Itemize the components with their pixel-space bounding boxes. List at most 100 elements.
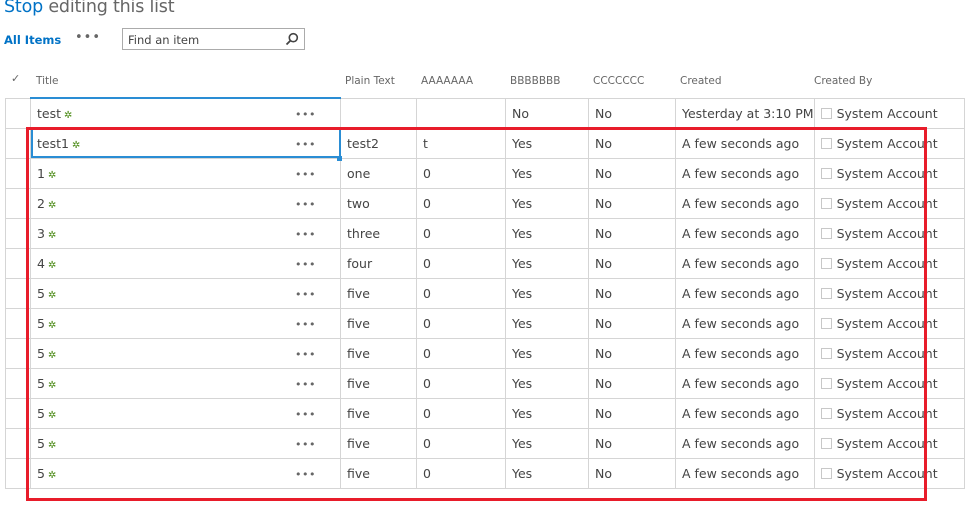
cell-ccccccc[interactable]: No xyxy=(588,127,676,159)
column-header-created[interactable]: Created xyxy=(680,75,722,87)
cell-title[interactable]: 1 ✲ ••• xyxy=(30,157,341,189)
cell-bbbbbbb[interactable]: Yes xyxy=(505,247,589,279)
cell-bbbbbbb[interactable]: Yes xyxy=(505,127,589,159)
cell-title[interactable]: 5 ✲ ••• xyxy=(30,277,341,309)
cell-plain-text[interactable]: test2 xyxy=(340,127,417,159)
more-views-button[interactable]: ••• xyxy=(75,30,101,45)
cell-aaaaaaa[interactable]: 0 xyxy=(416,337,506,369)
column-header-bbbbbbb[interactable]: BBBBBBB xyxy=(510,75,560,87)
cell-aaaaaaa[interactable]: 0 xyxy=(416,457,506,489)
row-select-cell[interactable] xyxy=(5,187,31,219)
table-row[interactable]: 5 ✲ ••• five 0 Yes No A few seconds ago System A… xyxy=(5,397,965,429)
cell-title[interactable]: 4 ✲ ••• xyxy=(30,247,341,279)
view-all-items[interactable]: All Items xyxy=(4,33,61,47)
cell-aaaaaaa[interactable]: t xyxy=(416,127,506,159)
cell-ccccccc[interactable]: No xyxy=(588,187,676,219)
row-select-cell[interactable] xyxy=(5,307,31,339)
cell-bbbbbbb[interactable]: Yes xyxy=(505,187,589,219)
column-header-plain-text[interactable]: Plain Text xyxy=(345,75,395,87)
item-menu-button[interactable]: ••• xyxy=(295,108,316,121)
cell-title[interactable]: 5 ✲ ••• xyxy=(30,457,341,489)
row-select-cell[interactable] xyxy=(5,157,31,189)
cell-title[interactable]: 3 ✲ ••• xyxy=(30,217,341,249)
row-select-cell[interactable] xyxy=(5,127,31,159)
cell-aaaaaaa[interactable]: 0 xyxy=(416,367,506,399)
cell-aaaaaaa[interactable]: 0 xyxy=(416,157,506,189)
column-header-ccccccc[interactable]: CCCCCCC xyxy=(593,75,644,87)
cell-aaaaaaa[interactable]: 0 xyxy=(416,427,506,459)
cell-plain-text[interactable]: four xyxy=(340,247,417,279)
row-select-cell[interactable] xyxy=(5,397,31,429)
row-select-cell[interactable] xyxy=(5,427,31,459)
created-by-text[interactable]: System Account xyxy=(837,256,938,271)
table-row[interactable]: 5 ✲ ••• five 0 Yes No A few seconds ago System A… xyxy=(5,457,965,489)
table-row[interactable]: 5 ✲ ••• five 0 Yes No A few seconds ago System A… xyxy=(5,337,965,369)
row-select-cell[interactable] xyxy=(5,367,31,399)
item-menu-button[interactable]: ••• xyxy=(295,228,316,241)
created-by-text[interactable]: System Account xyxy=(837,226,938,241)
cell-title[interactable]: 5 ✲ ••• xyxy=(30,427,341,459)
cell-title[interactable]: test ✲ ••• xyxy=(30,97,341,129)
search-input[interactable] xyxy=(128,31,278,49)
row-select-cell[interactable] xyxy=(5,337,31,369)
cell-plain-text[interactable] xyxy=(340,97,417,129)
cell-ccccccc[interactable]: No xyxy=(588,367,676,399)
item-menu-button[interactable]: ••• xyxy=(295,468,316,481)
item-menu-button[interactable]: ••• xyxy=(295,378,316,391)
item-menu-button[interactable]: ••• xyxy=(295,318,316,331)
cell-bbbbbbb[interactable]: Yes xyxy=(505,217,589,249)
cell-bbbbbbb[interactable]: Yes xyxy=(505,157,589,189)
item-menu-button[interactable]: ••• xyxy=(295,288,316,301)
created-by-text[interactable]: System Account xyxy=(837,376,938,391)
created-by-text[interactable]: System Account xyxy=(837,436,938,451)
cell-title[interactable]: 2 ✲ ••• xyxy=(30,187,341,219)
cell-bbbbbbb[interactable]: Yes xyxy=(505,367,589,399)
cell-title[interactable]: 5 ✲ ••• xyxy=(30,337,341,369)
cell-title[interactable]: 5 ✲ ••• xyxy=(30,367,341,399)
fill-handle[interactable] xyxy=(337,156,342,161)
cell-aaaaaaa[interactable]: 0 xyxy=(416,277,506,309)
cell-ccccccc[interactable]: No xyxy=(588,217,676,249)
row-select-cell[interactable] xyxy=(5,277,31,309)
table-row[interactable]: 1 ✲ ••• one 0 Yes No A few seconds ago System Ac… xyxy=(5,157,965,189)
item-menu-button[interactable]: ••• xyxy=(295,408,316,421)
table-row[interactable]: 2 ✲ ••• two 0 Yes No A few seconds ago System Ac… xyxy=(5,187,965,219)
cell-plain-text[interactable]: five xyxy=(340,277,417,309)
table-row[interactable]: test ✲ ••• No No Yesterday at 3:10 PM System A… xyxy=(5,97,965,129)
cell-ccccccc[interactable]: No xyxy=(588,97,676,129)
row-select-cell[interactable] xyxy=(5,97,31,129)
table-row[interactable]: 5 ✲ ••• five 0 Yes No A few seconds ago System A… xyxy=(5,277,965,309)
cell-aaaaaaa[interactable]: 0 xyxy=(416,247,506,279)
cell-plain-text[interactable]: one xyxy=(340,157,417,189)
created-by-text[interactable]: System Account xyxy=(837,466,938,481)
cell-title[interactable]: test1 ✲ ••• xyxy=(30,127,341,159)
created-by-text[interactable]: System Account xyxy=(837,346,938,361)
table-row[interactable]: 5 ✲ ••• five 0 Yes No A few seconds ago System A… xyxy=(5,427,965,459)
stop-editing-link[interactable]: Stop xyxy=(4,0,43,17)
row-select-cell[interactable] xyxy=(5,247,31,279)
cell-bbbbbbb[interactable]: Yes xyxy=(505,307,589,339)
cell-plain-text[interactable]: five xyxy=(340,307,417,339)
search-box[interactable] xyxy=(122,28,305,50)
cell-plain-text[interactable]: five xyxy=(340,397,417,429)
table-row[interactable]: 5 ✲ ••• five 0 Yes No A few seconds ago System A… xyxy=(5,367,965,399)
cell-title[interactable]: 5 ✲ ••• xyxy=(30,397,341,429)
cell-ccccccc[interactable]: No xyxy=(588,307,676,339)
cell-plain-text[interactable]: two xyxy=(340,187,417,219)
cell-ccccccc[interactable]: No xyxy=(588,277,676,309)
cell-ccccccc[interactable]: No xyxy=(588,157,676,189)
created-by-text[interactable]: System Account xyxy=(837,196,938,211)
cell-title[interactable]: 5 ✲ ••• xyxy=(30,307,341,339)
row-select-cell[interactable] xyxy=(5,217,31,249)
table-row[interactable]: 4 ✲ ••• four 0 Yes No A few seconds ago System A… xyxy=(5,247,965,279)
cell-bbbbbbb[interactable]: Yes xyxy=(505,277,589,309)
created-by-text[interactable]: System Account xyxy=(837,316,938,331)
cell-ccccccc[interactable]: No xyxy=(588,427,676,459)
cell-plain-text[interactable]: five xyxy=(340,367,417,399)
cell-aaaaaaa[interactable]: 0 xyxy=(416,397,506,429)
table-row[interactable]: 5 ✲ ••• five 0 Yes No A few seconds ago System A… xyxy=(5,307,965,339)
column-header-title[interactable]: Title xyxy=(36,75,59,87)
created-by-text[interactable]: System Account xyxy=(837,106,938,121)
row-select-cell[interactable] xyxy=(5,457,31,489)
cell-bbbbbbb[interactable]: No xyxy=(505,97,589,129)
